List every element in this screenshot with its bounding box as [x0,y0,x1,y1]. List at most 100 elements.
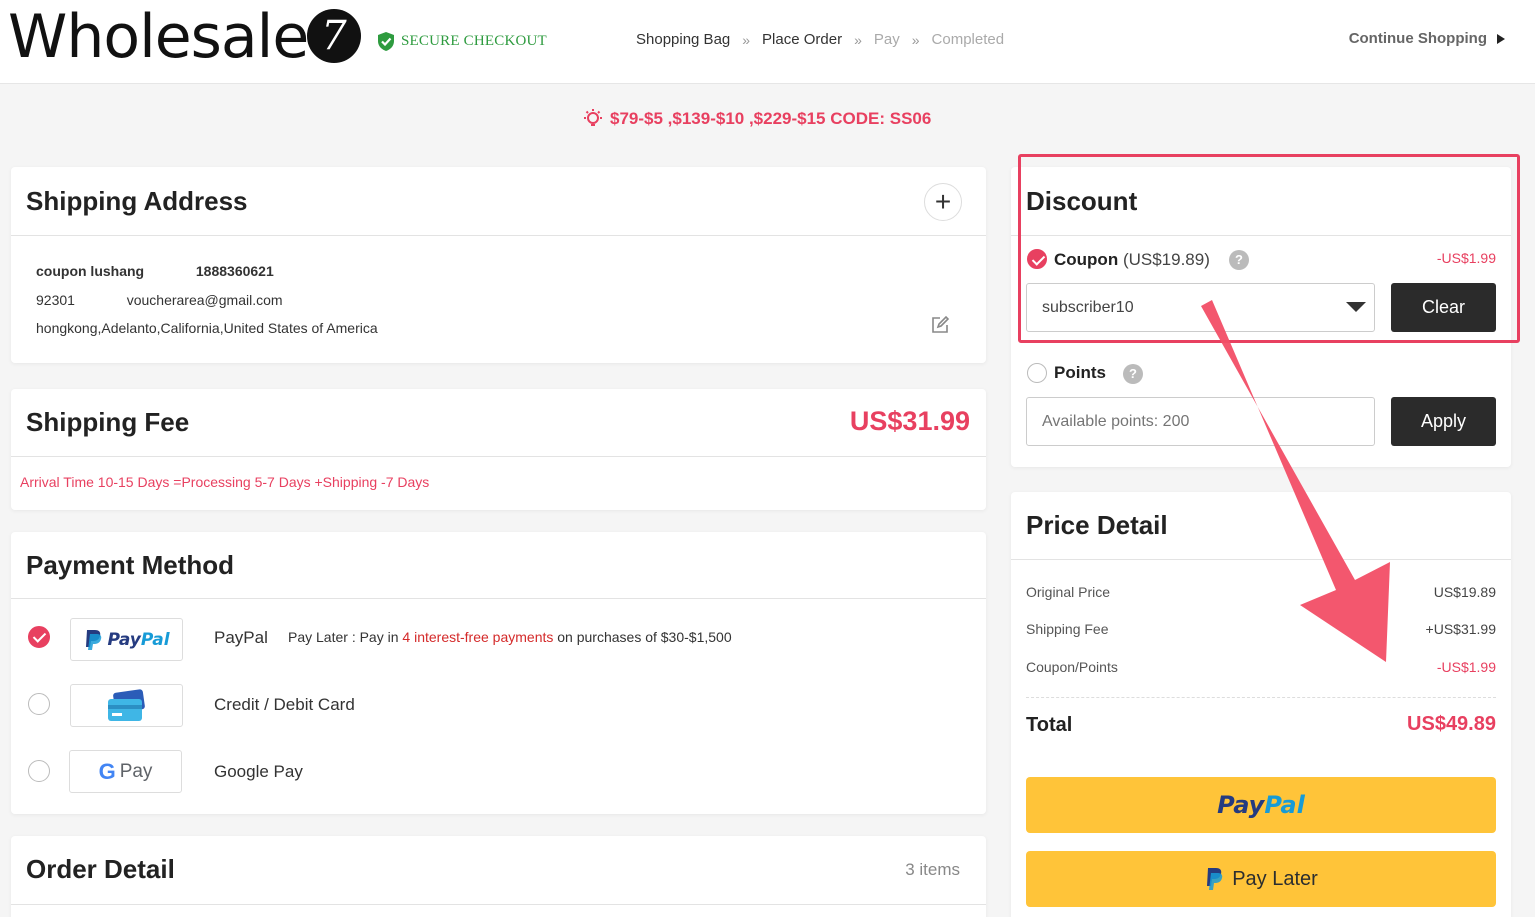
address-email: voucherarea@gmail.com [126,292,283,308]
order-detail-card: Order Detail 3 items [11,836,986,917]
google-pay-radio[interactable] [28,760,50,782]
credit-card-logo[interactable] [70,684,183,727]
total-label: Total [1026,714,1073,736]
lightbulb-icon [584,109,602,126]
google-pay-logo-text: Pay [119,760,153,782]
apply-points-button[interactable]: Apply [1391,397,1496,446]
shipping-fee-card: Shipping Fee US$31.99 Arrival Time 10-15… [11,389,986,510]
price-detail-card: Price Detail Original Price US$19.89 Shi… [1011,492,1511,917]
points-input[interactable] [1026,397,1375,446]
chevron-double-right-icon: » [854,31,862,48]
arrival-time-note: Arrival Time 10-15 Days =Processing 5-7 … [20,474,430,490]
logo[interactable]: Wholesale [8,2,309,72]
points-help-icon[interactable]: ? [1123,364,1143,384]
paypal-name[interactable]: PayPal [214,628,268,648]
step-pay: Pay [873,31,900,48]
step-place-order: Place Order [762,31,843,48]
shipping-address-title: Shipping Address [26,186,248,216]
coupon-radio[interactable] [1027,249,1047,269]
chevron-double-right-icon: » [742,31,751,48]
pay-later-label: Pay Later [1232,867,1318,890]
caret-right-icon [1497,33,1505,44]
address-name: coupon lushang [36,263,145,279]
shipping-fee-title: Shipping Fee [26,407,190,437]
shipping-address-card: Shipping Address + coupon lushang 188836… [11,167,986,363]
address-phone: 1888360621 [195,263,274,279]
secure-checkout-label: SECURE CHECKOUT [401,33,547,49]
divider [1011,559,1511,560]
clear-coupon-button[interactable]: Clear [1391,283,1496,332]
payment-method-title: Payment Method [26,550,235,580]
coupon-label-text: Coupon [1054,250,1119,269]
points-label-text: Points [1054,363,1106,382]
order-item-count: 3 items [905,860,960,879]
card-radio[interactable] [28,693,50,715]
pay-later-highlight[interactable]: 4 interest-free payments [402,629,553,645]
address-zip: 92301 [36,292,75,308]
coupon-code: subscriber10 [1042,299,1134,316]
coupon-select[interactable]: subscriber10 [1026,283,1375,332]
edit-icon[interactable] [930,315,950,335]
price-row-original: Original Price US$19.89 [1026,584,1496,600]
address-name-line: coupon lushang 1888360621 [36,263,274,279]
coupon-help-icon[interactable]: ? [1229,250,1249,270]
continue-shopping-link[interactable]: Continue Shopping [1349,30,1505,47]
price-row-label: Original Price [1026,584,1111,600]
paypal-wordmark-b: Pal [1264,791,1305,819]
step-completed: Completed [931,31,1005,48]
header: Wholesale 7 SECURE CHECKOUT Shopping Bag… [0,0,1535,84]
discount-card: Discount Coupon (US$19.89) ? -US$1.99 su… [1011,167,1511,467]
divider [11,235,986,236]
paypal-radio[interactable] [28,626,50,648]
address-zip-line: 92301 voucherarea@gmail.com [36,292,283,308]
paypal-checkout-button[interactable]: PayPal [1026,777,1496,833]
secure-checkout: SECURE CHECKOUT [377,31,547,52]
price-row-value: -US$1.99 [1436,659,1496,675]
paypal-logo-text-b: Pal [140,629,170,650]
divider [1011,235,1511,236]
pay-later-button[interactable]: Pay Later [1026,851,1496,907]
divider [11,904,986,905]
coupon-label: Coupon (US$19.89) [1054,250,1210,270]
promo-text: $79-$5 ,$139-$10 ,$229-$15 CODE: SS06 [610,109,932,128]
paypal-logo-text-a: Pay [107,629,141,650]
paypal-logo[interactable]: PayPal [70,618,183,661]
paypal-wordmark: PayPal [1217,791,1305,819]
discount-title: Discount [1026,186,1138,216]
paypal-p-icon [1207,868,1223,890]
shield-check-icon [378,32,394,51]
pay-later-suffix: on purchases of $30-$1,500 [553,629,732,645]
price-detail-title: Price Detail [1026,510,1168,540]
step-shopping-bag[interactable]: Shopping Bag [636,31,730,48]
pay-later-prefix: Pay Later : Pay in [288,629,403,645]
paypal-p-icon [86,629,102,650]
logo-badge: 7 [307,9,361,63]
divider [11,598,986,599]
divider [11,456,986,457]
price-row-shipping: Shipping Fee +US$31.99 [1026,621,1496,637]
address-full: hongkong,Adelanto,California,United Stat… [36,320,378,336]
shipping-fee-price: US$31.99 [849,406,970,436]
order-detail-title: Order Detail [26,854,175,884]
credit-card-icon [107,688,145,721]
pay-later-info: Pay Later : Pay in 4 interest-free payme… [288,629,732,645]
dashed-divider [1026,697,1496,698]
price-row-value: US$19.89 [1433,584,1496,600]
caret-down-icon [1346,302,1366,312]
checkout-steps: Shopping Bag » Place Order » Pay » Compl… [636,31,1004,48]
google-g-icon: G [98,758,116,784]
price-row-label: Coupon/Points [1026,659,1118,675]
continue-shopping-label: Continue Shopping [1348,30,1487,47]
coupon-value: (US$19.89) [1122,250,1210,269]
google-pay-logo[interactable]: G Pay [69,750,182,793]
total-value: US$49.89 [1407,713,1496,735]
add-address-button[interactable]: + [924,183,962,221]
price-row-label: Shipping Fee [1026,621,1109,637]
paypal-wordmark-a: Pay [1217,791,1265,819]
credit-card-name[interactable]: Credit / Debit Card [214,695,355,715]
price-row-coupon: Coupon/Points -US$1.99 [1026,659,1496,675]
price-row-value: +US$31.99 [1425,621,1496,637]
points-radio[interactable] [1027,363,1047,383]
google-pay-name[interactable]: Google Pay [214,762,303,782]
chevron-double-right-icon: » [911,31,920,48]
